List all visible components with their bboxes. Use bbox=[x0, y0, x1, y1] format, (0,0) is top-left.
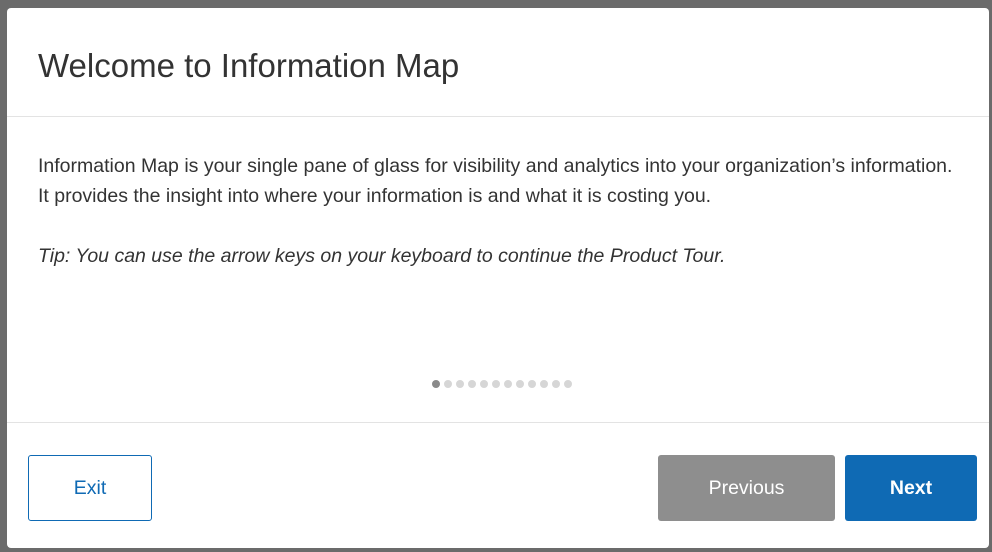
step-dot-7[interactable] bbox=[504, 380, 512, 388]
step-dot-3[interactable] bbox=[456, 380, 464, 388]
step-dot-1[interactable] bbox=[432, 380, 440, 388]
step-dot-8[interactable] bbox=[516, 380, 524, 388]
tip-text: Tip: You can use the arrow keys on your … bbox=[38, 245, 726, 267]
exit-button[interactable]: Exit bbox=[28, 455, 152, 521]
intro-text: Information Map is your single pane of g… bbox=[38, 155, 953, 207]
previous-button[interactable]: Previous bbox=[658, 455, 835, 521]
step-dot-12[interactable] bbox=[564, 380, 572, 388]
step-dot-4[interactable] bbox=[468, 380, 476, 388]
dialog-footer: Exit Previous Next bbox=[7, 423, 989, 548]
product-tour-dialog: Welcome to Information Map Information M… bbox=[7, 8, 989, 548]
dialog-header: Welcome to Information Map bbox=[7, 8, 989, 117]
next-button[interactable]: Next bbox=[845, 455, 977, 521]
step-dot-9[interactable] bbox=[528, 380, 536, 388]
tour-step-indicator bbox=[7, 380, 989, 388]
dialog-title: Welcome to Information Map bbox=[38, 47, 460, 84]
step-dot-10[interactable] bbox=[540, 380, 548, 388]
step-dot-6[interactable] bbox=[492, 380, 500, 388]
step-dot-11[interactable] bbox=[552, 380, 560, 388]
step-dot-2[interactable] bbox=[444, 380, 452, 388]
step-dot-5[interactable] bbox=[480, 380, 488, 388]
dialog-body: Information Map is your single pane of g… bbox=[7, 117, 989, 423]
